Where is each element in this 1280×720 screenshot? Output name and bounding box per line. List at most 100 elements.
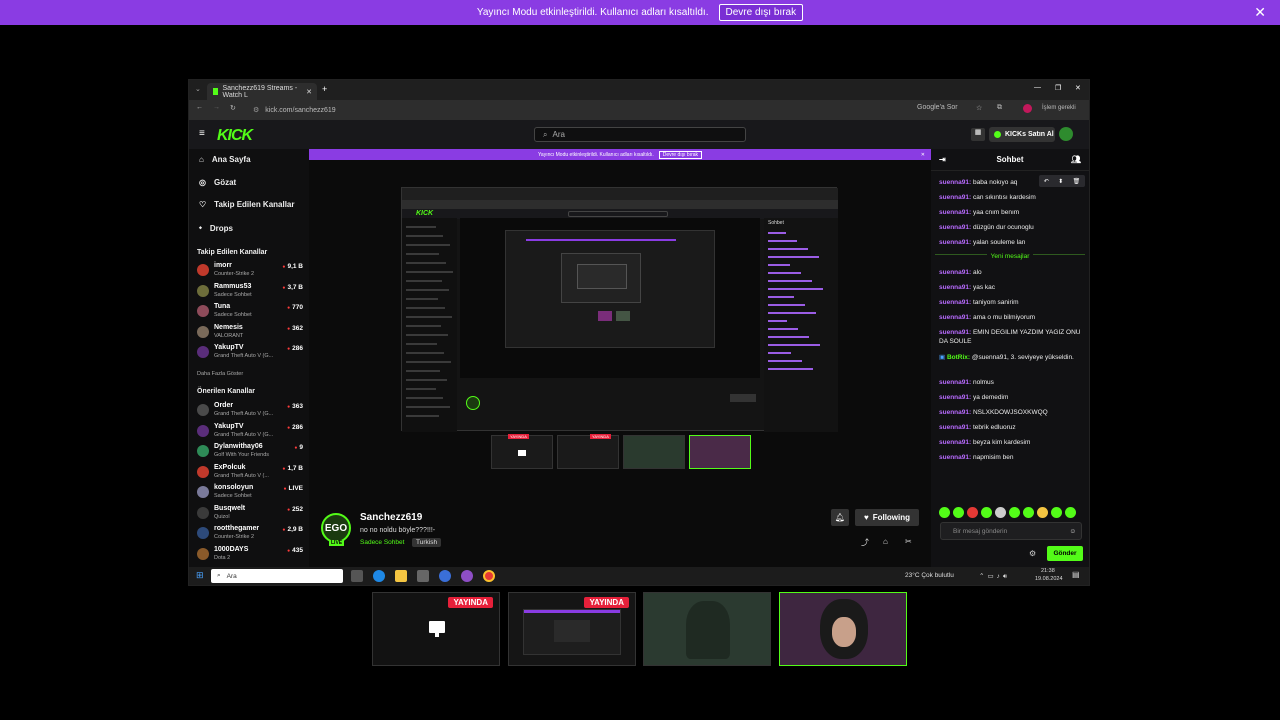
channel-item[interactable]: Rammus53Sadece Sohbet 3,7 B bbox=[197, 283, 303, 301]
channel-name[interactable]: Sanchezz619 bbox=[360, 512, 422, 523]
maximize-icon[interactable]: ❐ bbox=[1055, 84, 1061, 92]
emote-icon[interactable] bbox=[1023, 507, 1034, 518]
chat-message[interactable]: suenna91: beyza kim kardesim bbox=[939, 438, 1085, 447]
chat-username[interactable]: suenna91: bbox=[939, 329, 971, 336]
chat-message[interactable]: suenna91: tebrik edluoruz bbox=[939, 423, 1085, 432]
chat-username[interactable]: suenna91: bbox=[939, 269, 971, 276]
chat-username[interactable]: suenna91: bbox=[939, 314, 971, 321]
close-icon[interactable]: ✕ bbox=[1254, 4, 1266, 21]
chat-message[interactable]: suenna91: yalan souleme lan bbox=[939, 238, 1085, 247]
chat-message[interactable]: suenna91: düzgün dur ocunoglu bbox=[939, 223, 1085, 232]
chat-message[interactable]: suenna91: napmisim ben bbox=[939, 453, 1085, 462]
bottom-thumb-2[interactable]: YAYINDA bbox=[508, 592, 636, 666]
channel-item[interactable]: BusqweltQuizol 252 bbox=[197, 505, 303, 523]
nav-drops[interactable]: ⬩ Drops bbox=[199, 223, 233, 233]
tab-menu-icon[interactable]: ⌄ bbox=[195, 85, 201, 93]
chat-username[interactable]: suenna91: bbox=[939, 224, 971, 231]
emote-icon[interactable] bbox=[1065, 507, 1076, 518]
clip-icon[interactable]: ✂ bbox=[905, 537, 912, 546]
bookmark-star-icon[interactable]: ☆ bbox=[976, 104, 982, 112]
follow-button[interactable]: ♥ Following bbox=[855, 509, 919, 526]
file-explorer-icon[interactable] bbox=[395, 570, 407, 582]
reload-icon[interactable]: ↻ bbox=[230, 104, 236, 112]
channel-item[interactable]: Dylanwithay06 Golf With Your Friends 9 bbox=[197, 443, 303, 461]
chat-message[interactable]: suenna91: EMIN DEGILIM YAZDIM YAGIZ ONU … bbox=[939, 328, 1085, 346]
app-icon[interactable] bbox=[461, 570, 473, 582]
back-icon[interactable]: ← bbox=[196, 104, 203, 111]
weather-label[interactable]: 23°C Çok bulutlu bbox=[905, 572, 954, 579]
chat-username[interactable]: suenna91: bbox=[939, 299, 971, 306]
chat-message[interactable]: suenna91: can sıkıntısı kardesim bbox=[939, 193, 1085, 202]
video-player[interactable]: KICK Sohbet bbox=[401, 187, 838, 432]
menu-icon[interactable]: ≡ bbox=[199, 128, 205, 139]
edge-icon[interactable] bbox=[373, 570, 385, 582]
gift-icon[interactable]: ⌂ bbox=[883, 537, 888, 546]
chat-username[interactable]: suenna91: bbox=[939, 379, 971, 386]
chat-message[interactable]: suenna91: nolmus bbox=[939, 378, 1085, 387]
bottom-thumb-1[interactable]: YAYINDA bbox=[372, 592, 500, 666]
grid-icon[interactable]: ▦ bbox=[971, 128, 985, 141]
channel-item[interactable]: ExPolcukGrand Theft Auto V (... 1,7 B bbox=[197, 464, 303, 482]
channel-item[interactable]: konsoloyun Sadece Sohbet LIVE bbox=[197, 484, 303, 502]
emote-icon[interactable] bbox=[995, 507, 1006, 518]
store-icon[interactable] bbox=[417, 570, 429, 582]
emote-icon[interactable] bbox=[953, 507, 964, 518]
chat-username[interactable]: suenna91: bbox=[939, 179, 971, 186]
channel-item[interactable]: YakupTVGrand Theft Auto V (G...286 bbox=[197, 423, 303, 441]
nav-following[interactable]: ♡ Takip Edilen Kanallar bbox=[199, 200, 295, 209]
chat-username[interactable]: BotRix: bbox=[947, 354, 970, 361]
chat-message[interactable]: suenna91: baba nokıyo aq bbox=[939, 178, 1085, 187]
channel-item[interactable]: YakupTVGrand Theft Auto V (G...286 bbox=[197, 344, 303, 362]
share-icon[interactable]: ⤴ bbox=[861, 537, 869, 548]
buy-kicks-button[interactable]: KICKs Satın Al bbox=[989, 127, 1055, 142]
chat-username[interactable]: suenna91: bbox=[939, 424, 971, 431]
windows-start-icon[interactable]: ⊞ bbox=[196, 570, 204, 581]
emote-icon[interactable] bbox=[1009, 507, 1020, 518]
chat-message[interactable]: suenna91: ama o mu bilmiyorum bbox=[939, 313, 1085, 322]
mail-icon[interactable] bbox=[439, 570, 451, 582]
chat-username[interactable]: suenna91: bbox=[939, 194, 971, 201]
chat-input[interactable]: Bir mesaj gönderin ☺ bbox=[940, 522, 1082, 540]
emoji-icon[interactable]: ☺ bbox=[1069, 528, 1076, 535]
emote-icon[interactable] bbox=[967, 507, 978, 518]
emote-icon[interactable] bbox=[939, 507, 950, 518]
chat-message[interactable]: suenna91: alo bbox=[939, 268, 1085, 277]
nav-browse[interactable]: ◎ Gözat bbox=[199, 178, 236, 187]
kick-logo[interactable]: KICK bbox=[217, 127, 253, 145]
emote-icon[interactable] bbox=[981, 507, 992, 518]
google-lens-button[interactable]: Google'a Sor bbox=[917, 104, 958, 111]
extensions-icon[interactable]: ⧉ bbox=[997, 104, 1002, 112]
chat-username[interactable]: suenna91: bbox=[939, 439, 971, 446]
chat-settings-icon[interactable]: ⚙ bbox=[1029, 549, 1036, 558]
disable-streamer-mode-button[interactable]: Devre dışı bırak bbox=[718, 4, 804, 21]
notification-bell-button[interactable]: 🔔︎ bbox=[831, 509, 849, 526]
browser-tab[interactable]: Sanchezz619 Streams - Watch L ✕ bbox=[207, 83, 317, 100]
notification-icon[interactable]: ▤ bbox=[1072, 570, 1080, 579]
chat-message[interactable]: suenna91: ya demedim bbox=[939, 393, 1085, 402]
chrome-icon[interactable] bbox=[483, 570, 495, 582]
channel-item[interactable]: 1000DAYSDota 2 435 bbox=[197, 546, 303, 564]
chat-message[interactable]: ▣ BotRix: @suenna91, 3. seviyeye yükseld… bbox=[939, 353, 1085, 362]
channel-avatar[interactable]: EGO bbox=[321, 513, 351, 543]
channel-item[interactable]: Order Grand Theft Auto V (G... 363 bbox=[197, 402, 303, 420]
action-required-label[interactable]: İşlem gerekli bbox=[1042, 105, 1076, 111]
chat-message[interactable]: suenna91: yas kac bbox=[939, 283, 1085, 292]
chat-username[interactable]: suenna91: bbox=[939, 209, 971, 216]
show-more-link[interactable]: Daha Fazla Göster bbox=[197, 371, 243, 377]
chat-message[interactable]: suenna91: NSLXKDOWJSOXKWQQ bbox=[939, 408, 1085, 417]
bottom-thumb-3[interactable] bbox=[643, 592, 771, 666]
emote-icon[interactable] bbox=[1037, 507, 1048, 518]
language-tag[interactable]: Turkish bbox=[412, 538, 442, 547]
clock-time[interactable]: 21:38 bbox=[1041, 568, 1055, 574]
channel-item[interactable]: Tuna Sadece Sohbet 770 bbox=[197, 303, 303, 321]
channel-item[interactable]: NemesisVALORANT 362 bbox=[197, 324, 303, 342]
collapse-chat-icon[interactable]: ⇥ bbox=[939, 155, 946, 164]
chat-message[interactable]: suenna91: yaa cnım benım bbox=[939, 208, 1085, 217]
search-input[interactable]: ⌕ Ara bbox=[534, 127, 746, 142]
bottom-thumb-4-selected[interactable] bbox=[779, 592, 907, 666]
send-button[interactable]: Gönder bbox=[1047, 546, 1083, 561]
taskbar-search[interactable]: ⌕ Ara bbox=[211, 569, 343, 583]
user-avatar[interactable] bbox=[1059, 127, 1073, 141]
nav-home[interactable]: ⌂ Ana Sayfa bbox=[199, 155, 251, 164]
chat-username[interactable]: suenna91: bbox=[939, 284, 971, 291]
